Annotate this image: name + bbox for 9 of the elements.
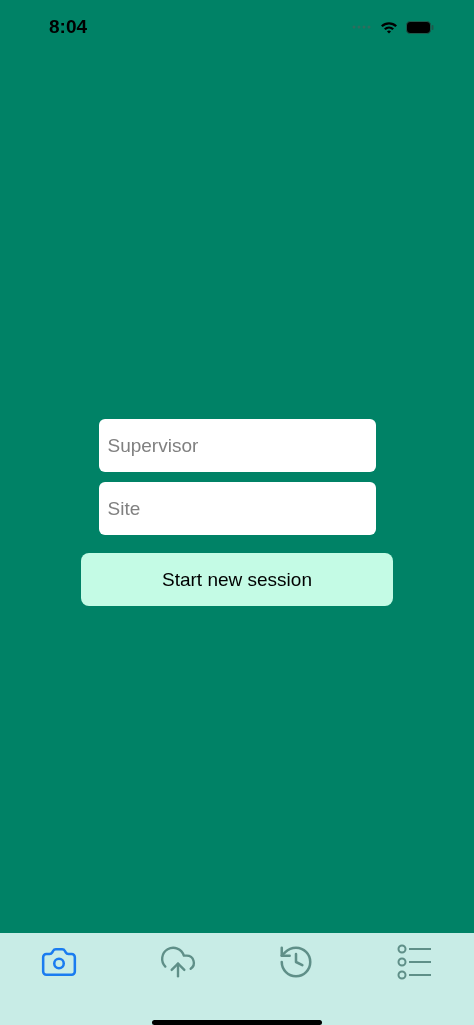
list-icon xyxy=(396,944,433,980)
text-field[interactable]: Supervisor xyxy=(98,419,376,472)
status-time: 8:04 xyxy=(49,16,88,38)
wifi-icon xyxy=(380,20,398,34)
text-field[interactable]: Site xyxy=(98,482,376,535)
start-session-button[interactable]: Start new session xyxy=(81,553,393,606)
tab-item[interactable] xyxy=(395,943,434,981)
battery-icon xyxy=(406,20,434,34)
signal-icon xyxy=(352,25,372,29)
